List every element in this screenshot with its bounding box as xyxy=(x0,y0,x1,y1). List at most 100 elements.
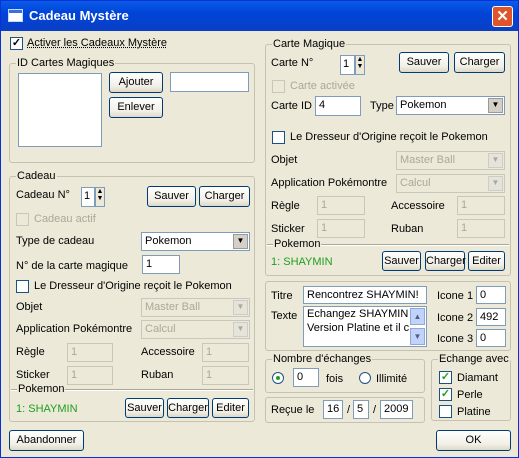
chevron-down-icon: ▼ xyxy=(233,300,248,315)
carte-access-label: Accessoire xyxy=(391,200,445,212)
dialog-window: Cadeau Mystère ✕ ✓ Activer les Cadeaux M… xyxy=(0,0,519,458)
icone3-field[interactable]: 0 xyxy=(476,329,506,347)
carte-active-checkbox[interactable] xyxy=(272,80,285,93)
titre-field[interactable]: Rencontrez SHAYMIN! xyxy=(303,286,427,304)
close-button[interactable]: ✕ xyxy=(492,6,513,27)
cadeau-trainer-checkbox[interactable] xyxy=(16,280,29,293)
carte-type-select[interactable]: Pokemon ▼ xyxy=(396,96,505,115)
cadeau-access-field[interactable]: 1 xyxy=(202,343,249,362)
chevron-down-icon: ▼ xyxy=(233,322,248,337)
chevron-down-icon: ▼ xyxy=(233,234,248,249)
date-separator: / xyxy=(347,404,351,416)
carte-save-button[interactable]: Sauver xyxy=(399,52,449,73)
id-cards-list[interactable] xyxy=(18,73,102,147)
cadeau-load-button[interactable]: Charger xyxy=(199,186,250,207)
cadeau-num-spinner[interactable]: ▲ ▼ xyxy=(95,187,105,207)
chevron-down-icon: ▼ xyxy=(488,98,503,113)
cadeau-pokemon-edit-button[interactable]: Editer xyxy=(212,398,249,418)
diamant-checkbox[interactable]: ✓ xyxy=(439,371,452,384)
cadeau-pokemon-name[interactable]: 1: SHAYMIN xyxy=(16,403,78,415)
platine-label: Platine xyxy=(457,406,491,418)
texte-line-1: Echangez SHAYMIN xyxy=(307,308,409,320)
cadeau-app-label: Application Pokémontre xyxy=(16,323,133,335)
carte-ruban-field[interactable]: 1 xyxy=(457,219,505,238)
carte-pokemon-title: Pokemon xyxy=(273,238,322,250)
cadeau-ruban-field[interactable]: 1 xyxy=(202,366,249,385)
cadeau-objet-label: Objet xyxy=(16,301,43,313)
scroll-down-icon[interactable]: ▼ xyxy=(410,328,425,345)
cadeau-app-value: Calcul xyxy=(145,323,176,335)
carte-trainer-checkbox[interactable] xyxy=(272,131,285,144)
platine-checkbox[interactable] xyxy=(439,405,452,418)
perle-checkbox[interactable]: ✓ xyxy=(439,388,452,401)
card-num-label: N° de la carte magique xyxy=(16,260,129,272)
carte-pokemon-load-button[interactable]: Charger xyxy=(425,251,466,271)
carte-load-button[interactable]: Charger xyxy=(454,52,505,73)
add-button[interactable]: Ajouter xyxy=(109,72,163,93)
recu-year-field[interactable]: 2009 xyxy=(380,400,413,419)
cadeau-objet-value: Master Ball xyxy=(145,301,201,313)
cadeau-sticker-field[interactable]: 1 xyxy=(67,366,113,385)
carte-sticker-field[interactable]: 1 xyxy=(317,219,365,238)
id-card-input[interactable] xyxy=(170,72,249,92)
scroll-up-icon[interactable]: ▲ xyxy=(410,308,425,325)
carte-num-spinner[interactable]: ▲ ▼ xyxy=(355,55,365,75)
cadeau-trainer-label: Le Dresseur d'Origine reçoit le Pokemon xyxy=(34,280,232,292)
remove-button[interactable]: Enlever xyxy=(109,97,163,118)
recu-month-field[interactable]: 5 xyxy=(353,400,369,419)
carte-regle-label: Règle xyxy=(271,200,300,212)
exchanges-count-field[interactable]: 0 xyxy=(293,368,319,387)
cadeau-type-select[interactable]: Pokemon ▼ xyxy=(141,232,250,251)
cadeau-active-label: Cadeau actif xyxy=(34,213,96,225)
icone2-label: Icone 2 xyxy=(437,312,474,324)
card-num-field[interactable]: 1 xyxy=(142,255,180,274)
carte-pokemon-save-button[interactable]: Sauver xyxy=(382,251,421,271)
carte-num-field[interactable]: 1 xyxy=(340,55,355,75)
cadeau-regle-field[interactable]: 1 xyxy=(67,343,113,362)
carte-app-select[interactable]: Calcul ▼ xyxy=(396,174,505,193)
cadeau-title: Cadeau xyxy=(16,170,57,183)
cadeau-num-field[interactable]: 1 xyxy=(81,187,95,207)
count-radio[interactable] xyxy=(272,372,284,384)
unlimited-label: Illimité xyxy=(376,373,408,385)
cancel-button[interactable]: Abandonner xyxy=(9,430,84,451)
texte-line-2: Version Platine et il ch xyxy=(307,322,409,334)
cadeau-active-checkbox[interactable] xyxy=(16,213,29,226)
cadeau-type-label: Type de cadeau xyxy=(16,235,95,247)
carte-app-value: Calcul xyxy=(400,177,431,189)
titre-label: Titre xyxy=(271,290,293,302)
carte-ruban-label: Ruban xyxy=(391,223,424,235)
texte-area[interactable]: Echangez SHAYMIN Version Platine et il c… xyxy=(303,306,427,347)
cadeau-save-button[interactable]: Sauver xyxy=(147,186,196,207)
icone1-field[interactable]: 0 xyxy=(476,286,506,304)
carte-num-label: Carte N° xyxy=(271,57,314,69)
activate-checkbox[interactable]: ✓ xyxy=(10,37,23,50)
cadeau-pokemon-title: Pokemon xyxy=(17,383,66,395)
cadeau-pokemon-load-button[interactable]: Charger xyxy=(167,398,209,418)
carte-type-label: Type xyxy=(370,100,394,112)
cadeau-objet-select[interactable]: Master Ball ▼ xyxy=(141,298,250,317)
cadeau-num-label: Cadeau N° xyxy=(16,189,70,201)
window-icon xyxy=(8,9,23,22)
icone2-field[interactable]: 492 xyxy=(476,308,506,326)
unlimited-radio[interactable] xyxy=(359,372,371,384)
cadeau-pokemon-save-button[interactable]: Sauver xyxy=(125,398,164,418)
carte-active-label: Carte activée xyxy=(290,80,355,92)
recu-day-field[interactable]: 16 xyxy=(323,400,343,419)
carte-type-value: Pokemon xyxy=(400,99,447,111)
carte-pokemon-edit-button[interactable]: Editer xyxy=(468,251,505,271)
carte-sticker-label: Sticker xyxy=(271,223,305,235)
carte-objet-select[interactable]: Master Ball ▼ xyxy=(396,151,505,170)
carte-access-field[interactable]: 1 xyxy=(457,196,505,215)
cadeau-app-select[interactable]: Calcul ▼ xyxy=(141,320,250,339)
title-bar[interactable]: Cadeau Mystère ✕ xyxy=(1,1,518,31)
carte-id-field[interactable]: 4 xyxy=(315,96,361,116)
diamant-label: Diamant xyxy=(457,372,498,384)
echange-avec-title: Echange avec xyxy=(438,353,510,366)
carte-app-label: Application Pokémontre xyxy=(271,177,388,189)
ok-button[interactable]: OK xyxy=(436,430,511,451)
carte-pokemon-name[interactable]: 1: SHAYMIN xyxy=(271,256,333,268)
carte-regle-field[interactable]: 1 xyxy=(317,196,365,215)
window-title: Cadeau Mystère xyxy=(29,8,129,23)
carte-trainer-label: Le Dresseur d'Origine reçoit le Pokemon xyxy=(290,131,488,143)
